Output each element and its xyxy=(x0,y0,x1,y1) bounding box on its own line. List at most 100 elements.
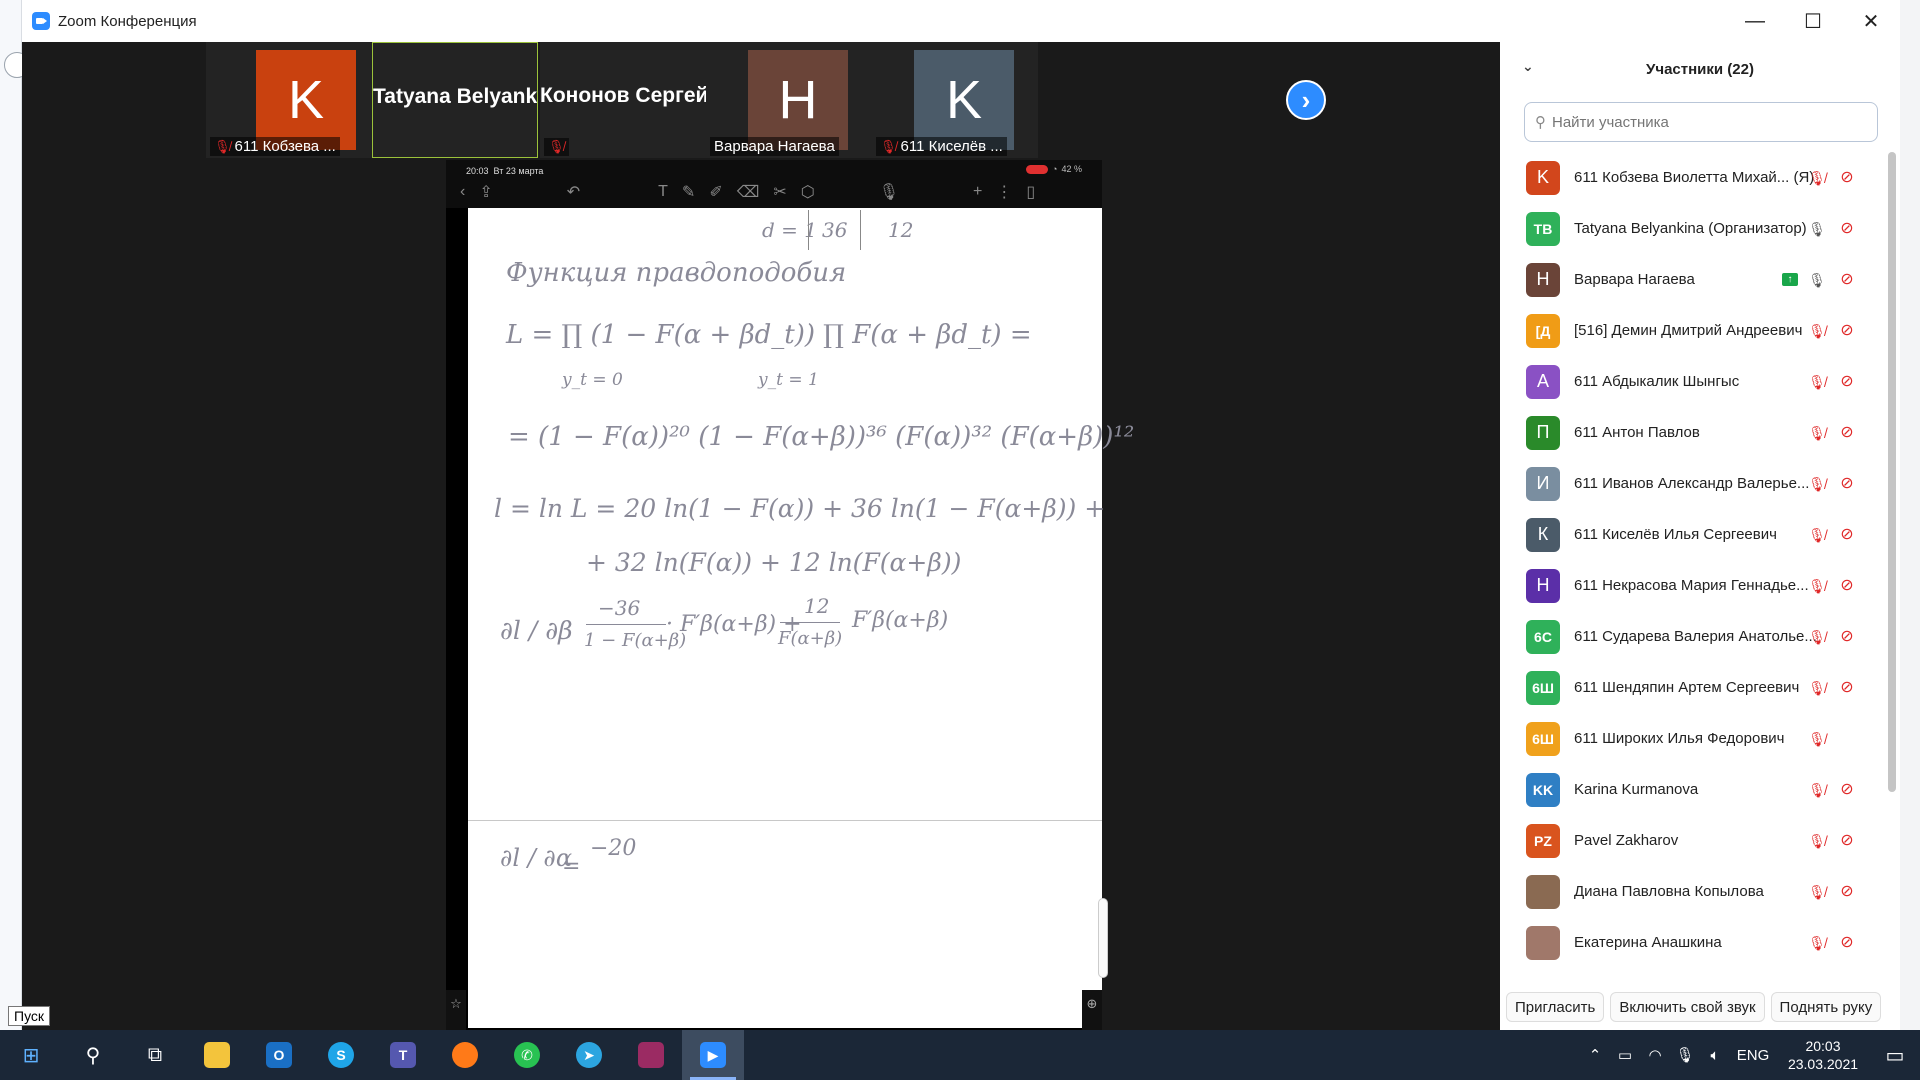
task-view-button[interactable]: ⧉ xyxy=(124,1030,186,1080)
add-page-icon[interactable]: + xyxy=(973,183,982,201)
video-tile[interactable]: Кононов Сергей 🎙︎̸ xyxy=(540,42,706,158)
page-scroll-handle[interactable] xyxy=(1098,898,1108,978)
back-icon[interactable]: ‹ xyxy=(460,183,465,201)
invite-button[interactable]: Пригласить xyxy=(1506,992,1605,1022)
eraser-icon[interactable]: ⌫ xyxy=(737,182,760,202)
next-page-button[interactable]: › xyxy=(1286,80,1326,120)
taskbar-firefox[interactable] xyxy=(434,1030,496,1080)
video-off-icon[interactable]: ⊘ xyxy=(1836,372,1858,392)
pages-icon[interactable]: ▯ xyxy=(1026,182,1035,202)
taskbar-app[interactable] xyxy=(620,1030,682,1080)
mic-muted-icon[interactable]: 🎙︎̸ xyxy=(1806,525,1828,545)
more-icon[interactable]: ⋮ xyxy=(996,182,1012,202)
mic-muted-icon[interactable]: 🎙︎̸ xyxy=(1806,627,1828,647)
mic-muted-icon[interactable]: 🎙︎̸ xyxy=(1806,423,1828,443)
participant-row[interactable]: TB Tatyana Belyankina (Организатор) 🎙︎ ⊘ xyxy=(1500,203,1900,254)
highlighter-icon[interactable]: ✐ xyxy=(709,182,722,202)
mic-muted-icon[interactable]: 🎙︎̸ xyxy=(1806,780,1828,800)
favorite-star-icon[interactable]: ☆ xyxy=(446,990,466,1030)
search-box[interactable]: ⚲ xyxy=(1524,102,1878,142)
video-off-icon[interactable] xyxy=(1836,729,1858,749)
raise-hand-button[interactable]: Поднять руку xyxy=(1770,992,1882,1022)
video-off-icon[interactable]: ⊘ xyxy=(1836,168,1858,188)
taskbar-teams[interactable]: T xyxy=(372,1030,434,1080)
participant-row[interactable]: KK Karina Kurmanova 🎙︎̸ ⊘ xyxy=(1500,764,1900,815)
mic-icon[interactable]: 🎙︎ xyxy=(1806,219,1828,239)
video-off-icon[interactable]: ⊘ xyxy=(1836,576,1858,596)
participant-row[interactable]: K 611 Кобзева Виолетта Михай... (Я) 🎙︎̸ ⊘ xyxy=(1500,152,1900,203)
network-icon[interactable]: ◠ xyxy=(1640,1046,1670,1064)
mic-muted-icon[interactable]: 🎙︎̸ xyxy=(1806,831,1828,851)
shapes-icon[interactable]: ⬡ xyxy=(801,182,815,202)
video-off-icon[interactable]: ⊘ xyxy=(1836,423,1858,443)
participant-row[interactable]: 6С 611 Сударева Валерия Анатолье... 🎙︎̸ ⊘ xyxy=(1500,611,1900,662)
taskbar-outlook[interactable]: O xyxy=(248,1030,310,1080)
video-off-icon[interactable]: ⊘ xyxy=(1836,270,1858,290)
mic-muted-icon[interactable]: 🎙︎̸ xyxy=(1806,168,1828,188)
participant-row[interactable]: П 611 Антон Павлов 🎙︎̸ ⊘ xyxy=(1500,407,1900,458)
video-off-icon[interactable]: ⊘ xyxy=(1836,525,1858,545)
unmute-button[interactable]: Включить свой звук xyxy=(1610,992,1765,1022)
chevron-up-icon[interactable]: ⌃ xyxy=(1580,1046,1610,1064)
chevron-down-icon[interactable]: ⌄ xyxy=(1522,58,1534,75)
mic-muted-icon[interactable]: 🎙︎̸ xyxy=(1806,474,1828,494)
video-off-icon[interactable]: ⊘ xyxy=(1836,780,1858,800)
taskbar-zoom[interactable]: ▶ xyxy=(682,1030,744,1080)
video-off-icon[interactable]: ⊘ xyxy=(1836,678,1858,698)
participant-row[interactable]: К 611 Киселёв Илья Сергеевич 🎙︎̸ ⊘ xyxy=(1500,509,1900,560)
clock[interactable]: 20:03 23.03.2021 xyxy=(1776,1037,1870,1073)
participant-row[interactable]: Диана Павловна Копылова 🎙︎̸ ⊘ xyxy=(1500,866,1900,917)
mic-muted-icon[interactable]: 🎙︎̸ xyxy=(1806,372,1828,392)
video-tile[interactable]: Н Варвара Нагаева xyxy=(706,42,872,158)
language-indicator[interactable]: ENG xyxy=(1730,1047,1776,1064)
participant-row[interactable]: 6Ш 611 Широких Илья Федорович 🎙︎̸ xyxy=(1500,713,1900,764)
lasso-icon[interactable]: ✂ xyxy=(773,182,786,202)
share-icon[interactable]: ⇪ xyxy=(479,182,492,202)
video-off-icon[interactable]: ⊘ xyxy=(1836,882,1858,902)
participant-row[interactable]: А 611 Абдыкалик Шынгыс 🎙︎̸ ⊘ xyxy=(1500,356,1900,407)
participant-row[interactable]: 6Ш 611 Шендяпин Артем Сергеевич 🎙︎̸ ⊘ xyxy=(1500,662,1900,713)
video-off-icon[interactable]: ⊘ xyxy=(1836,627,1858,647)
undo-icon[interactable]: ↶ xyxy=(567,182,580,202)
taskbar-telegram[interactable]: ➤ xyxy=(558,1030,620,1080)
microphone-icon[interactable]: 🎙︎ xyxy=(1670,1046,1700,1064)
video-off-icon[interactable]: ⊘ xyxy=(1836,219,1858,239)
participant-row[interactable]: [Д [516] Демин Дмитрий Андреевич 🎙︎̸ ⊘ xyxy=(1500,305,1900,356)
taskbar-whatsapp[interactable]: ✆ xyxy=(496,1030,558,1080)
avatar: PZ xyxy=(1526,823,1560,858)
text-tool-icon[interactable]: T xyxy=(658,183,668,201)
mic-icon[interactable]: 🎙︎ xyxy=(1806,270,1828,290)
participant-row[interactable]: Екатерина Анашкина 🎙︎̸ ⊘ xyxy=(1500,917,1900,968)
video-off-icon[interactable]: ⊘ xyxy=(1836,474,1858,494)
close-button[interactable]: ✕ xyxy=(1842,0,1900,42)
mic-muted-icon[interactable]: 🎙︎̸ xyxy=(1806,321,1828,341)
mic-muted-icon[interactable]: 🎙︎̸ xyxy=(1806,729,1828,749)
mic-muted-icon[interactable]: 🎙︎̸ xyxy=(1806,678,1828,698)
taskbar-explorer[interactable] xyxy=(186,1030,248,1080)
start-button[interactable]: ⊞ xyxy=(0,1030,62,1080)
maximize-button[interactable]: ☐ xyxy=(1784,0,1842,42)
search-button[interactable]: ⚲ xyxy=(62,1030,124,1080)
video-off-icon[interactable]: ⊘ xyxy=(1836,321,1858,341)
pen-tool-icon[interactable]: ✎ xyxy=(682,182,695,202)
video-tile-active-speaker[interactable]: Tatyana Belyank... xyxy=(372,42,538,158)
minimize-button[interactable]: — xyxy=(1726,0,1784,42)
participant-row[interactable]: Н 611 Некрасова Мария Геннадье... 🎙︎̸ ⊘ xyxy=(1500,560,1900,611)
search-input[interactable] xyxy=(1552,113,1872,131)
participant-row[interactable]: PZ Pavel Zakharov 🎙︎̸ ⊘ xyxy=(1500,815,1900,866)
mic-icon[interactable]: 🎙︎ xyxy=(879,182,899,202)
taskbar-skype[interactable]: S xyxy=(310,1030,372,1080)
panel-scrollbar[interactable] xyxy=(1888,152,1896,792)
battery-icon[interactable]: ▭ xyxy=(1610,1046,1640,1064)
mic-muted-icon[interactable]: 🎙︎̸ xyxy=(1806,882,1828,902)
video-off-icon[interactable]: ⊘ xyxy=(1836,933,1858,953)
notifications-icon[interactable]: ▭ xyxy=(1870,1043,1920,1068)
zoom-magnifier-icon[interactable]: ⊕ xyxy=(1082,990,1102,1030)
participant-row[interactable]: И 611 Иванов Александр Валерье... 🎙︎̸ ⊘ xyxy=(1500,458,1900,509)
video-off-icon[interactable]: ⊘ xyxy=(1836,831,1858,851)
video-tile[interactable]: K 🎙︎̸ 611 Киселёв ... xyxy=(872,42,1038,158)
mic-muted-icon[interactable]: 🎙︎̸ xyxy=(1806,933,1828,953)
volume-icon[interactable]: 🔈︎ xyxy=(1700,1047,1730,1064)
participant-row[interactable]: Н Варвара Нагаева ↑ 🎙︎ ⊘ xyxy=(1500,254,1900,305)
mic-muted-icon[interactable]: 🎙︎̸ xyxy=(1806,576,1828,596)
